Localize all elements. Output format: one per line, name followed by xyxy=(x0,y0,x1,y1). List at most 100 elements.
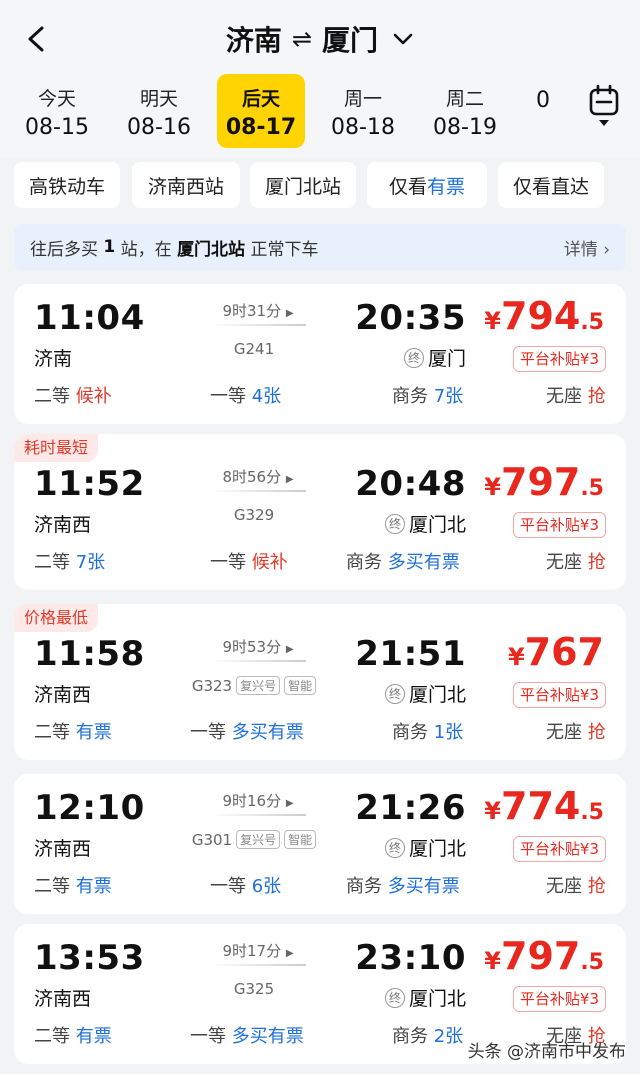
train-number[interactable]: G329 xyxy=(174,506,334,524)
date-value: 08-19 xyxy=(433,115,497,140)
route-line xyxy=(210,814,306,816)
seat-class[interactable]: 商务 多买有票 xyxy=(346,548,460,574)
seat-availability: 1张 xyxy=(433,722,464,743)
yen-symbol: ¥ xyxy=(484,947,501,975)
ticket-price: ¥774.5 xyxy=(484,784,604,828)
seat-class-name: 一等 xyxy=(210,386,246,407)
notice-station: 厦门北站 xyxy=(177,239,246,260)
train-tag: 价格最低 xyxy=(14,604,99,632)
date-weekday: 后天 xyxy=(241,88,280,110)
departure-time: 13:53 xyxy=(34,938,145,978)
seat-class[interactable]: 商务 多买有票 xyxy=(346,872,460,898)
date-weekday: 周二 xyxy=(445,88,484,110)
travel-duration: 9时16分 ▶ xyxy=(208,790,308,811)
filter-high-speed[interactable]: 高铁动车 xyxy=(14,162,120,208)
yen-symbol: ¥ xyxy=(484,307,501,335)
price-main: 774 xyxy=(501,784,581,828)
watermark: 头条 @济南市中发布 xyxy=(467,1042,626,1062)
seat-availability: 有票 xyxy=(75,722,112,743)
seat-class[interactable]: 无座 抢 xyxy=(546,718,606,744)
seat-availability: 有票 xyxy=(75,1026,112,1047)
seat-class[interactable]: 无座 抢 xyxy=(546,382,606,408)
seat-class[interactable]: 一等 多买有票 xyxy=(190,1022,304,1048)
seat-class[interactable]: 二等 有票 xyxy=(34,872,112,898)
seat-class[interactable]: 商务 2张 xyxy=(392,1022,463,1048)
filter-label-highlight: 有票 xyxy=(427,175,466,198)
date-tab-0818[interactable]: 周一 08-18 xyxy=(319,74,407,148)
seat-availability: 7张 xyxy=(75,552,106,573)
seat-availability: 4张 xyxy=(251,386,282,407)
back-arrow-icon[interactable] xyxy=(22,22,52,56)
date-weekday: 周一 xyxy=(343,88,382,110)
seat-class[interactable]: 一等 多买有票 xyxy=(190,718,304,744)
train-badge: 复兴号 xyxy=(236,676,281,695)
seat-class[interactable]: 商务 1张 xyxy=(392,718,463,744)
date-tab-0815[interactable]: 今天 08-15 xyxy=(13,74,101,148)
date-tab-0816[interactable]: 明天 08-16 xyxy=(115,74,203,148)
seat-class[interactable]: 一等 6张 xyxy=(210,872,281,898)
filter-direct-only[interactable]: 仅看直达 xyxy=(498,162,604,208)
seat-class[interactable]: 商务 7张 xyxy=(392,382,463,408)
seat-class[interactable]: 二等 有票 xyxy=(34,1022,112,1048)
seat-class-name: 二等 xyxy=(34,722,70,743)
route-selector[interactable]: 济南 ⇌ 厦门 xyxy=(226,19,414,59)
filter-available-only[interactable]: 仅看 有票 xyxy=(367,162,487,208)
arrival-station: 终厦门北 xyxy=(384,680,466,707)
departure-station: 济南西 xyxy=(34,838,92,860)
date-tab-partial[interactable]: 0 xyxy=(536,74,556,148)
seat-class-name: 一等 xyxy=(190,722,226,743)
seat-class[interactable]: 无座 抢 xyxy=(546,872,606,898)
duration-text: 9时16分 xyxy=(222,792,282,810)
seat-class[interactable]: 一等 4张 xyxy=(210,382,281,408)
departure-time: 11:04 xyxy=(34,298,145,338)
notice-count: 1 xyxy=(103,237,116,257)
notice-detail-link[interactable]: 详情 › xyxy=(564,235,610,260)
seat-availability: 2张 xyxy=(433,1026,464,1047)
date-tab-0819[interactable]: 周二 08-19 xyxy=(421,74,509,148)
train-card[interactable]: 价格最低 11:58 济南西 9时53分 ▶ G323 复兴号 智能 21:51 终厦门北 ¥76… xyxy=(14,604,626,760)
price-fraction: .5 xyxy=(580,950,604,975)
route-line xyxy=(210,964,306,966)
filter-jinan-west[interactable]: 济南西站 xyxy=(132,162,240,208)
detail-label: 详情 xyxy=(563,239,598,260)
seat-class[interactable]: 无座 抢 xyxy=(546,548,606,574)
chevron-down-icon[interactable] xyxy=(392,32,414,46)
arrival-time: 20:35 xyxy=(355,298,466,338)
terminal-badge: 终 xyxy=(403,347,424,368)
subsidy-badge: 平台补贴¥3 xyxy=(512,346,606,372)
duration-text: 9时53分 xyxy=(222,638,282,656)
subsidy-badge: 平台补贴¥3 xyxy=(512,836,606,862)
filter-xiamen-north[interactable]: 厦门北站 xyxy=(250,162,356,208)
price-fraction: .5 xyxy=(580,310,604,335)
seat-class-name: 无座 xyxy=(546,386,582,407)
seat-class[interactable]: 二等 有票 xyxy=(34,718,112,744)
train-card[interactable]: 11:04 济南 9时31分 ▶ G241 20:35 终厦门 ¥794.5 平台补贴¥3 二等… xyxy=(14,284,626,424)
seat-class[interactable]: 一等 候补 xyxy=(210,548,288,574)
seat-class-name: 商务 xyxy=(392,722,428,743)
train-number[interactable]: G301 复兴号 智能 xyxy=(174,830,334,849)
notice-prefix: 往后多买 xyxy=(30,239,98,260)
train-card[interactable]: 12:10 济南西 9时16分 ▶ G301 复兴号 智能 21:26 终厦门北 ¥774.5 平… xyxy=(14,774,626,914)
extend-ticket-notice[interactable]: 往后多买 1 站，在 厦门北站 正常下车 详情 › xyxy=(14,224,626,270)
arrival-station-text: 厦门北 xyxy=(408,684,466,706)
seat-class[interactable]: 二等 候补 xyxy=(34,382,112,408)
train-number[interactable]: G325 xyxy=(174,980,334,998)
calendar-icon[interactable] xyxy=(588,84,620,130)
terminal-badge: 终 xyxy=(384,987,405,1008)
swap-icon[interactable]: ⇌ xyxy=(292,25,312,53)
arrival-station: 终厦门 xyxy=(403,344,466,371)
date-weekday: 今天 xyxy=(37,88,76,110)
notice-suffix: 正常下车 xyxy=(250,239,319,260)
train-badge: 智能 xyxy=(284,676,317,695)
filter-label: 仅看 xyxy=(388,175,427,198)
seat-class[interactable]: 二等 7张 xyxy=(34,548,105,574)
train-card[interactable]: 耗时最短 11:52 济南西 8时56分 ▶ G329 20:48 终厦门北 ¥797.5 平台… xyxy=(14,434,626,590)
subsidy-badge: 平台补贴¥3 xyxy=(512,512,606,538)
to-city: 厦门 xyxy=(322,24,379,57)
train-number[interactable]: G323 复兴号 智能 xyxy=(174,676,334,695)
seat-availability: 有票 xyxy=(75,876,112,897)
price-fraction: .5 xyxy=(580,476,604,501)
date-tab-0817-selected[interactable]: 后天 08-17 xyxy=(217,74,305,148)
seat-class-name: 二等 xyxy=(34,876,70,897)
train-number[interactable]: G241 xyxy=(174,340,334,358)
